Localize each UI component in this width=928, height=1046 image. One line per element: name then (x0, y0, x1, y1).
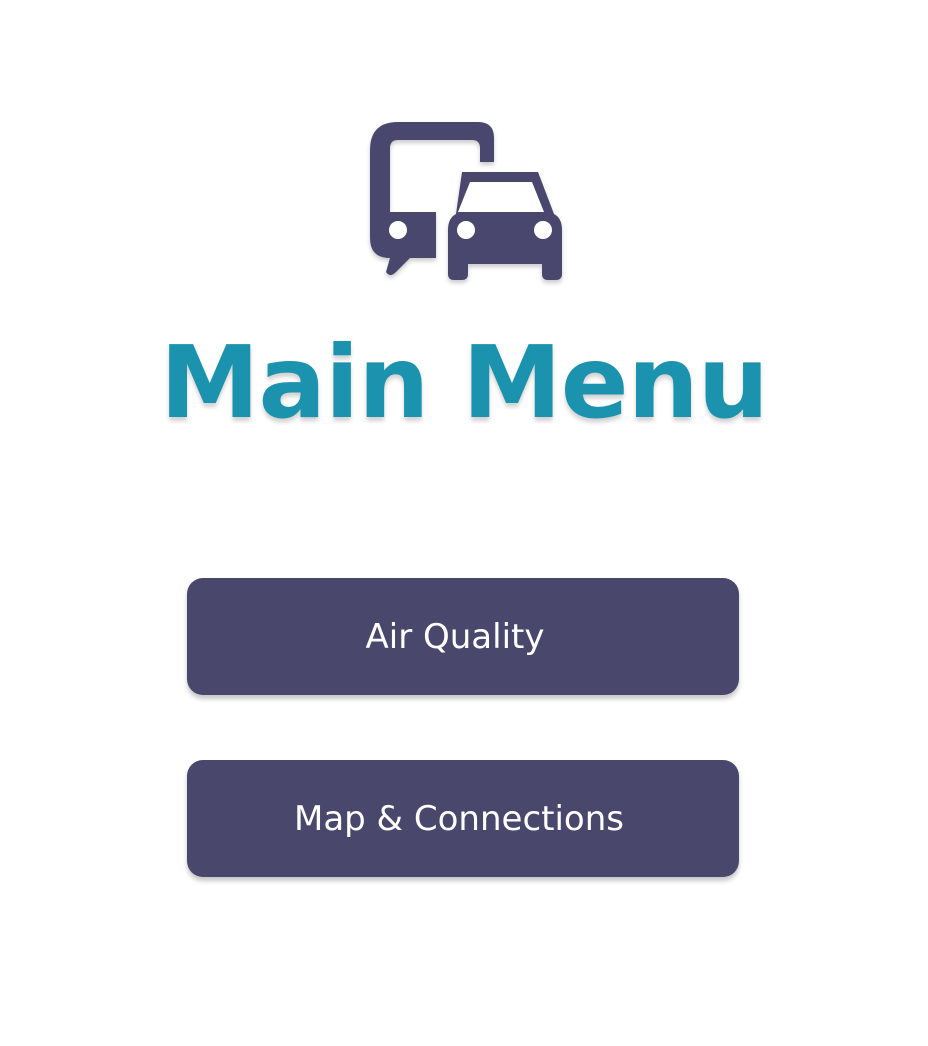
bus-and-car-icon (366, 118, 566, 284)
page-title: Main Menu (160, 324, 769, 441)
main-menu-screen: Main Menu Air Quality Map & Connections (0, 0, 928, 1046)
air-quality-button[interactable]: Air Quality (187, 578, 739, 695)
map-connections-button[interactable]: Map & Connections (187, 760, 739, 877)
air-quality-button-label: Air Quality (365, 616, 545, 657)
map-connections-button-label: Map & Connections (294, 798, 624, 839)
